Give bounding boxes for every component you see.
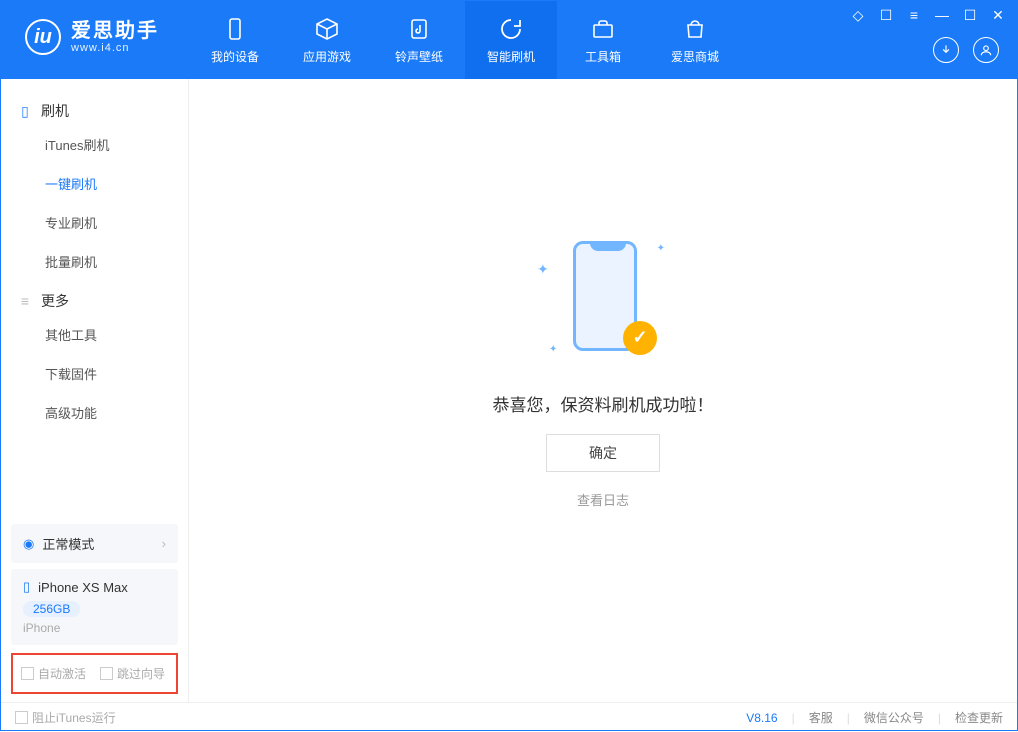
tab-smart-flash[interactable]: 智能刷机 [465, 1, 557, 79]
skin-icon[interactable]: ◇ [849, 7, 867, 24]
mode-label: 正常模式 [42, 534, 94, 553]
tab-label: 我的设备 [211, 48, 259, 65]
sidebar-group-flash: ▯ 刷机 [1, 91, 188, 125]
sidebar-item-advanced[interactable]: 高级功能 [1, 393, 188, 432]
device-type: iPhone [23, 621, 166, 635]
sidebar-item-oneclick[interactable]: 一键刷机 [1, 164, 188, 203]
group-label: 更多 [41, 291, 69, 311]
feedback-icon[interactable]: ☐ [877, 7, 895, 24]
download-icon[interactable] [933, 37, 959, 63]
app-logo: iu 爱思助手 www.i4.cn [1, 1, 179, 55]
confirm-button[interactable]: 确定 [546, 434, 660, 472]
version-label: V8.16 [746, 711, 777, 725]
menu-icon[interactable]: ≡ [905, 7, 923, 24]
tab-store[interactable]: 爱思商城 [649, 1, 741, 79]
sidebar-item-other[interactable]: 其他工具 [1, 315, 188, 354]
support-link[interactable]: 客服 [809, 709, 833, 726]
bag-icon [682, 16, 708, 42]
tab-toolbox[interactable]: 工具箱 [557, 1, 649, 79]
sidebar-item-pro[interactable]: 专业刷机 [1, 203, 188, 242]
logo-icon: iu [25, 19, 61, 55]
device-name: iPhone XS Max [38, 580, 128, 595]
close-icon[interactable]: ✕ [989, 7, 1007, 24]
device-capacity: 256GB [23, 601, 80, 617]
cube-icon [314, 16, 340, 42]
sidebar-item-firmware[interactable]: 下载固件 [1, 354, 188, 393]
tab-my-device[interactable]: 我的设备 [189, 1, 281, 79]
app-title: 爱思助手 [71, 20, 159, 42]
mode-icon: ◉ [23, 536, 34, 552]
maximize-icon[interactable]: ☐ [961, 7, 979, 24]
check-update-link[interactable]: 检查更新 [955, 709, 1003, 726]
app-subtitle: www.i4.cn [71, 42, 159, 54]
music-file-icon [406, 16, 432, 42]
device-small-icon: ▯ [23, 579, 30, 595]
options-highlight: 自动激活 跳过向导 [11, 653, 178, 694]
tab-label: 爱思商城 [671, 48, 719, 65]
mode-card[interactable]: ◉ 正常模式 › [11, 524, 178, 563]
device-card[interactable]: ▯ iPhone XS Max 256GB iPhone [11, 569, 178, 645]
view-log-link[interactable]: 查看日志 [577, 490, 629, 509]
success-illustration: ✦ ✦ ✦ ✓ [543, 233, 663, 373]
list-icon: ≡ [17, 293, 33, 309]
chevron-right-icon: › [162, 536, 166, 551]
tab-label: 应用游戏 [303, 48, 351, 65]
refresh-shield-icon [498, 16, 524, 42]
tab-label: 铃声壁纸 [395, 48, 443, 65]
tab-apps[interactable]: 应用游戏 [281, 1, 373, 79]
group-label: 刷机 [41, 101, 69, 121]
user-icon[interactable] [973, 37, 999, 63]
minimize-icon[interactable]: — [933, 7, 951, 24]
phone-icon [222, 16, 248, 42]
tab-label: 工具箱 [585, 48, 621, 65]
check-icon: ✓ [623, 321, 657, 355]
wechat-link[interactable]: 微信公众号 [864, 709, 924, 726]
toolbox-icon [590, 16, 616, 42]
device-small-icon: ▯ [17, 103, 33, 119]
checkbox-skip-guide[interactable]: 跳过向导 [100, 665, 165, 682]
checkbox-auto-activate[interactable]: 自动激活 [21, 665, 86, 682]
sidebar-item-batch[interactable]: 批量刷机 [1, 242, 188, 281]
tab-label: 智能刷机 [487, 48, 535, 65]
sidebar-item-itunes[interactable]: iTunes刷机 [1, 125, 188, 164]
success-message: 恭喜您，保资料刷机成功啦！ [493, 391, 714, 416]
checkbox-block-itunes[interactable]: 阻止iTunes运行 [15, 709, 116, 726]
sidebar-group-more: ≡ 更多 [1, 281, 188, 315]
tab-ringtones[interactable]: 铃声壁纸 [373, 1, 465, 79]
